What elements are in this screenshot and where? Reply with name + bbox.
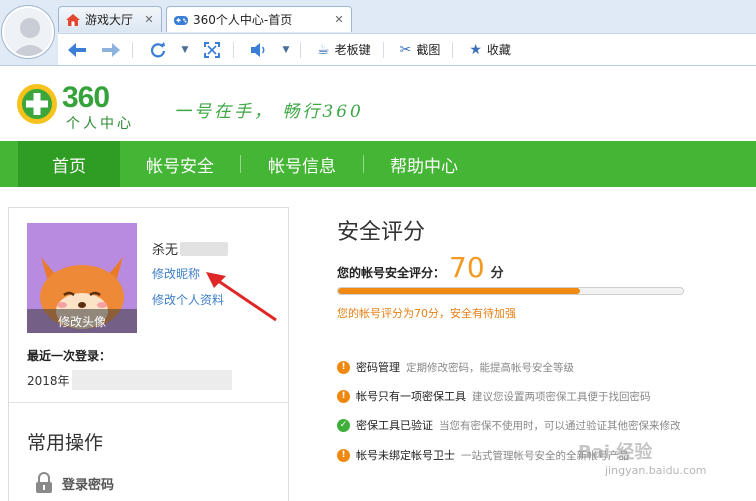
- blurred-text: [180, 241, 229, 256]
- security-item-password[interactable]: ! 密码管理 定期修改密码，能提高帐号安全等级: [337, 357, 574, 377]
- security-item-name: 密保工具已验证: [356, 419, 433, 432]
- security-score: 您的帐号安全评分： 70 分: [337, 251, 504, 284]
- sound-dropdown-chevron-down-icon[interactable]: ▼: [278, 38, 294, 62]
- watermark: Bai 经验: [578, 442, 653, 463]
- score-unit: 分: [490, 266, 504, 281]
- nickname-text: 杀无: [152, 243, 179, 258]
- nickname: 杀无: [152, 239, 229, 258]
- main-nav: 首页 帐号安全 帐号信息 帮助中心: [0, 141, 756, 187]
- sound-button[interactable]: [244, 38, 274, 62]
- screenshot-label: 截图: [416, 43, 441, 57]
- nav-item-home[interactable]: 首页: [18, 141, 120, 187]
- favorites-button[interactable]: ★ 收藏: [463, 38, 517, 62]
- security-item-name: 帐号只有一项密保工具: [356, 390, 466, 403]
- refresh-button[interactable]: [143, 38, 173, 62]
- blurred-text: [71, 370, 232, 390]
- star-icon: ★: [469, 41, 482, 58]
- nav-item-account-security[interactable]: 帐号安全: [120, 141, 240, 187]
- lock-icon: [36, 472, 52, 493]
- refresh-dropdown-chevron-down-icon[interactable]: ▼: [177, 38, 193, 62]
- score-progress-bar: [337, 287, 684, 295]
- common-actions-title: 常用操作: [27, 432, 104, 454]
- divider: [9, 402, 288, 403]
- logo-plus-icon: [17, 84, 57, 124]
- tab-label: 游戏大厅: [85, 13, 134, 27]
- logo[interactable]: 360 个人中心: [16, 81, 146, 132]
- tab-label: 360个人中心-首页: [193, 13, 293, 27]
- security-item-verified[interactable]: ✓ 密保工具已验证 当您有密保不使用时，可以通过验证其他密保来修改: [337, 415, 681, 435]
- screenshot-button[interactable]: ✂ 截图: [394, 38, 447, 62]
- last-login-value: 2018年: [27, 370, 232, 390]
- nav-item-help-center[interactable]: 帮助中心: [364, 141, 484, 187]
- nav-item-account-info[interactable]: 帐号信息: [241, 141, 363, 187]
- login-password-item[interactable]: 登录密码: [35, 472, 114, 494]
- toolbar-divider: [132, 41, 133, 58]
- arrow-right-icon: [102, 42, 120, 57]
- score-value: 70: [449, 251, 485, 284]
- coffee-icon: ☕: [317, 41, 330, 58]
- security-item-name: 帐号未绑定帐号卫士: [356, 449, 455, 462]
- gamepad-icon: [174, 15, 188, 25]
- security-score-title: 安全评分: [337, 220, 426, 245]
- logo-number: 360: [62, 81, 110, 114]
- browser-toolbar: ▼ ▼ ☕ 老板键 ✂ 截图 ★ 收藏: [58, 33, 756, 65]
- security-item-protection-tool[interactable]: ! 帐号只有一项密保工具 建议您设置两项密保工具便于找回密码: [337, 386, 651, 406]
- tab-personal-center[interactable]: 360个人中心-首页 ✕: [166, 6, 352, 32]
- check-icon: ✓: [337, 418, 350, 432]
- last-login-label: 最近一次登录：: [27, 349, 112, 363]
- close-icon[interactable]: ✕: [333, 13, 345, 26]
- forward-button[interactable]: [96, 38, 126, 62]
- login-password-label: 登录密码: [62, 477, 115, 493]
- toolbar-divider: [300, 41, 301, 58]
- favorites-label: 收藏: [486, 43, 511, 57]
- scissors-icon: ✂: [399, 41, 412, 58]
- warning-icon: !: [337, 448, 350, 462]
- speaker-icon: [251, 42, 265, 57]
- fullscreen-button[interactable]: [197, 38, 227, 62]
- security-item-desc: 定期修改密码，能提高帐号安全等级: [406, 361, 574, 374]
- refresh-icon: [150, 41, 166, 57]
- warning-icon: !: [337, 360, 350, 374]
- score-progress-fill: [338, 288, 580, 294]
- toolbar-divider: [382, 41, 384, 58]
- logo-subtitle: 个人中心: [66, 116, 134, 132]
- site-header: 360 个人中心 一号在手， 畅行360: [0, 67, 756, 141]
- profile-picture[interactable]: 修改头像: [27, 223, 137, 333]
- score-label: 您的帐号安全评分：: [337, 266, 446, 280]
- toolbar-divider: [452, 41, 454, 58]
- browser-chrome: 游戏大厅 ✕ 360个人中心-首页 ✕ ▼ ▼ ☕ 老板键 ✂ 截图 ★ 收藏: [0, 0, 756, 66]
- toolbar-divider: [233, 41, 234, 58]
- close-icon[interactable]: ✕: [143, 13, 155, 26]
- edit-nickname-link[interactable]: 修改昵称: [152, 265, 200, 282]
- fullscreen-icon: [204, 41, 220, 58]
- watermark-url: jingyan.baidu.com: [605, 464, 707, 477]
- back-button[interactable]: [62, 38, 92, 62]
- last-login-date: 2018年: [27, 373, 70, 388]
- score-note: 您的帐号评分为70分，安全有待加强: [337, 307, 516, 320]
- arrow-left-icon: [68, 42, 86, 57]
- warning-icon: !: [337, 389, 350, 403]
- boss-key-label: 老板键: [334, 43, 371, 57]
- annotation-arrow-icon: [206, 272, 277, 322]
- security-item-desc: 建议您设置两项密保工具便于找回密码: [472, 390, 651, 403]
- tab-game-hall[interactable]: 游戏大厅 ✕: [58, 6, 162, 32]
- edit-avatar-button[interactable]: 修改头像: [27, 309, 137, 333]
- security-item-desc: 当您有密保不使用时，可以通过验证其他密保来修改: [439, 419, 681, 432]
- profile-panel: 修改头像 杀无 修改昵称 修改个人资料 最近一次登录： 2018年 常用操作 登…: [8, 207, 289, 501]
- user-avatar-icon[interactable]: [2, 6, 54, 58]
- security-item-name: 密码管理: [356, 361, 400, 374]
- home-icon: [66, 13, 80, 26]
- slogan: 一号在手， 畅行360: [174, 102, 364, 122]
- boss-key-button[interactable]: ☕ 老板键: [311, 38, 377, 62]
